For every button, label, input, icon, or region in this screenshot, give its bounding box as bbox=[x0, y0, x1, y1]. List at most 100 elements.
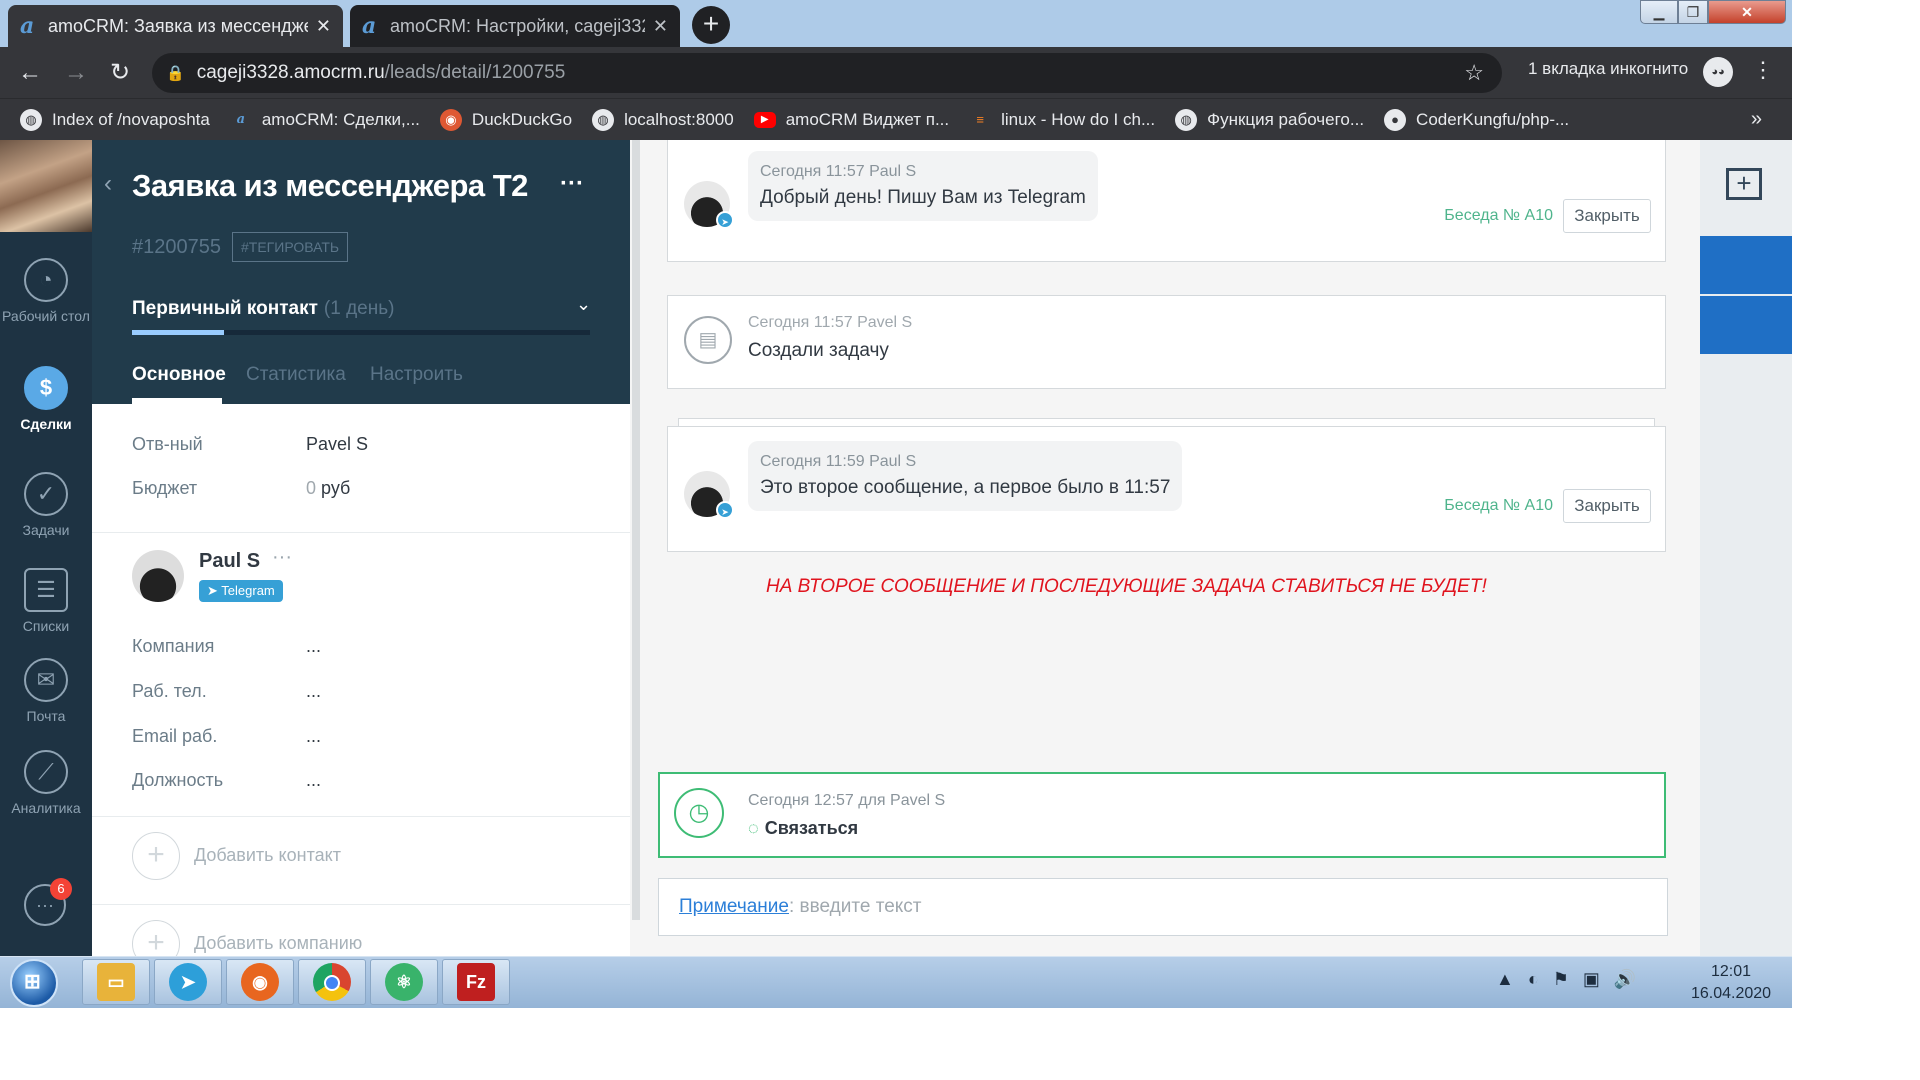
back-chevron-icon[interactable]: ‹ bbox=[104, 170, 112, 198]
tag-button[interactable]: #ТЕГИРОВАТЬ bbox=[232, 232, 349, 262]
bookmarks-bar: ◍ Index of /novaposhta a amoCRM: Сделки,..… bbox=[0, 98, 1792, 140]
nav-item-mail[interactable]: ✉ Почта bbox=[0, 658, 92, 724]
note-text: Создали задачу bbox=[748, 340, 889, 361]
add-company-label: Добавить компанию bbox=[194, 932, 363, 953]
tab-title: amoCRM: Настройки, cageji3328 bbox=[390, 15, 645, 36]
windows-taskbar: ⊞ ▭ ➤ ◉ ⚛ Fz ▲ ◐ ⚑ ▣ 🔊 12:01 16.04.2020 bbox=[0, 956, 1792, 1008]
add-widget-icon[interactable]: + bbox=[1726, 168, 1762, 200]
tab-main[interactable]: Основное bbox=[132, 364, 226, 386]
nav-label: Рабочий стол bbox=[2, 308, 90, 324]
window-close-button[interactable]: ✕ bbox=[1708, 0, 1786, 24]
nav-label: Сделки bbox=[20, 416, 72, 432]
nav-item-dashboard[interactable]: ◔ Рабочий стол bbox=[0, 258, 92, 324]
add-contact-label: Добавить контакт bbox=[194, 844, 341, 865]
field-label: Отв-ный bbox=[132, 434, 203, 454]
atom-icon: ⚛ bbox=[385, 963, 423, 1001]
tab-statistics[interactable]: Статистика bbox=[246, 364, 346, 386]
bookmark-item[interactable]: a amoCRM: Сделки,... bbox=[230, 109, 420, 131]
nav-item-lists[interactable]: ☰ Списки bbox=[0, 568, 92, 634]
taskbar-filezilla[interactable]: Fz bbox=[442, 959, 510, 1005]
tab-close-icon[interactable]: ✕ bbox=[316, 16, 331, 37]
incognito-icon[interactable]: ◕◕ bbox=[1703, 57, 1733, 87]
task-meta: Сегодня 12:57 для Pavel S bbox=[748, 792, 946, 809]
nav-item-analytics[interactable]: ⟋ Аналитика bbox=[0, 750, 92, 816]
globe-icon: ◍ bbox=[20, 108, 42, 131]
add-contact-button[interactable]: + Добавить контакт bbox=[132, 832, 341, 880]
account-avatar[interactable] bbox=[0, 140, 92, 232]
lead-id: #1200755 bbox=[132, 236, 221, 258]
forward-arrow-icon[interactable]: → bbox=[58, 55, 94, 91]
browser-menu-icon[interactable]: ⋮ bbox=[1752, 57, 1774, 83]
conversation-link[interactable]: Беседа № A10 bbox=[1444, 497, 1553, 515]
lead-title[interactable]: Заявка из мессенджера Т2 bbox=[132, 168, 528, 204]
bookmark-label: CoderKungfu/php-... bbox=[1416, 109, 1570, 129]
close-conversation-button[interactable]: Закрыть bbox=[1563, 489, 1651, 523]
conversation-link[interactable]: Беседа № A10 bbox=[1444, 207, 1553, 225]
field-position[interactable]: Должность ... bbox=[132, 770, 590, 791]
back-arrow-icon[interactable]: ← bbox=[12, 55, 48, 91]
bookmark-item[interactable]: ◍ Index of /novaposhta bbox=[20, 108, 210, 131]
new-tab-button[interactable]: + bbox=[692, 6, 730, 44]
bookmark-item[interactable]: ◍ localhost:8000 bbox=[592, 108, 734, 131]
note-input[interactable]: Примечание: введите текст bbox=[658, 878, 1668, 936]
browser-tab-settings[interactable]: a amoCRM: Настройки, cageji3328 ✕ bbox=[350, 5, 680, 47]
browser-tab-active[interactable]: a amoCRM: Заявка из мессендже ✕ bbox=[8, 5, 343, 47]
taskbar-chrome[interactable] bbox=[298, 959, 366, 1005]
widget-create-deal-from-chat[interactable] bbox=[1700, 236, 1792, 294]
add-company-button[interactable]: + Добавить компанию bbox=[132, 920, 362, 956]
deals-icon: $ bbox=[24, 366, 68, 410]
contact-more-icon[interactable]: ··· bbox=[272, 546, 292, 569]
tab-close-icon[interactable]: ✕ bbox=[653, 16, 668, 37]
task-title: ◌ Связаться bbox=[748, 818, 858, 839]
incognito-label[interactable]: 1 вкладка инкогнито bbox=[1528, 59, 1688, 79]
chevron-down-icon[interactable]: ⌄ bbox=[576, 294, 591, 315]
active-tab-underline bbox=[132, 398, 222, 404]
pipeline-stage[interactable]: Первичный контакт (1 день) bbox=[132, 298, 394, 320]
field-budget[interactable]: Бюджет 0 руб bbox=[132, 478, 590, 499]
contact-avatar[interactable] bbox=[132, 550, 184, 602]
volume-icon[interactable]: 🔊 bbox=[1614, 969, 1636, 990]
note-type-link[interactable]: Примечание bbox=[679, 896, 789, 917]
field-work-email[interactable]: Email раб. ... bbox=[132, 726, 590, 747]
contact-name[interactable]: Paul S bbox=[199, 550, 260, 573]
tray-app-icon[interactable]: ◐ bbox=[1528, 969, 1539, 990]
amocrm-favicon-icon: a bbox=[20, 13, 35, 39]
taskbar-telegram[interactable]: ➤ bbox=[154, 959, 222, 1005]
field-responsible[interactable]: Отв-ный Pavel S bbox=[132, 434, 590, 455]
taskbar-firefox[interactable]: ◉ bbox=[226, 959, 294, 1005]
system-clock[interactable]: 12:01 16.04.2020 bbox=[1676, 961, 1786, 1005]
card-scrollbar[interactable] bbox=[632, 140, 640, 920]
bookmark-item[interactable]: ◍ Функция рабочего... bbox=[1175, 108, 1364, 131]
bookmark-item[interactable]: ≡ linux - How do I ch... bbox=[969, 109, 1155, 131]
field-company[interactable]: Компания ... bbox=[132, 636, 590, 657]
more-options-icon[interactable]: ··· bbox=[560, 170, 584, 198]
reload-icon[interactable]: ↻ bbox=[102, 55, 138, 91]
warning-annotation: НА ВТОРОЕ СООБЩЕНИЕ И ПОСЛЕДУЮЩИЕ ЗАДАЧА… bbox=[766, 576, 1487, 597]
address-bar[interactable]: 🔒 cageji3328.amocrm.ru/leads/detail/1200… bbox=[152, 53, 1502, 93]
bookmark-item[interactable]: ● CoderKungfu/php-... bbox=[1384, 108, 1570, 131]
network-icon[interactable]: ▣ bbox=[1583, 969, 1600, 990]
lead-card: ‹ Заявка из мессенджера Т2 ··· #1200755 … bbox=[92, 140, 630, 956]
nav-item-tasks[interactable]: ✓ Задачи bbox=[0, 472, 92, 538]
tray-expand-icon[interactable]: ▲ bbox=[1496, 969, 1514, 990]
bookmark-item[interactable]: ◉ DuckDuckGo bbox=[439, 108, 572, 131]
maximize-button[interactable]: ❐ bbox=[1678, 0, 1708, 24]
stackoverflow-icon: ≡ bbox=[976, 111, 984, 127]
bookmarks-more-icon[interactable]: » bbox=[1751, 108, 1762, 131]
bookmark-item[interactable]: ▶ amoCRM Виджет п... bbox=[753, 110, 949, 130]
field-label: Компания bbox=[132, 636, 215, 656]
close-conversation-button[interactable]: Закрыть bbox=[1563, 199, 1651, 233]
message-meta: Сегодня 11:59 Paul S bbox=[760, 453, 917, 470]
taskbar-atom[interactable]: ⚛ bbox=[370, 959, 438, 1005]
nav-item-deals[interactable]: $ Сделки bbox=[0, 366, 92, 432]
widget-deal-automation[interactable] bbox=[1700, 296, 1792, 354]
minimize-button[interactable]: ▁ bbox=[1640, 0, 1678, 24]
taskbar-explorer[interactable]: ▭ bbox=[82, 959, 150, 1005]
tray-security-icon[interactable]: ⚑ bbox=[1553, 969, 1569, 990]
tab-configure[interactable]: Настроить bbox=[370, 364, 463, 386]
field-work-phone[interactable]: Раб. тел. ... bbox=[132, 681, 590, 702]
bookmark-star-icon[interactable]: ☆ bbox=[1464, 60, 1484, 86]
task-card[interactable]: ◷ Сегодня 12:57 для Pavel S ◌ Связаться bbox=[658, 772, 1666, 858]
field-label: Email раб. bbox=[132, 726, 218, 746]
start-button[interactable]: ⊞ bbox=[10, 959, 58, 1007]
